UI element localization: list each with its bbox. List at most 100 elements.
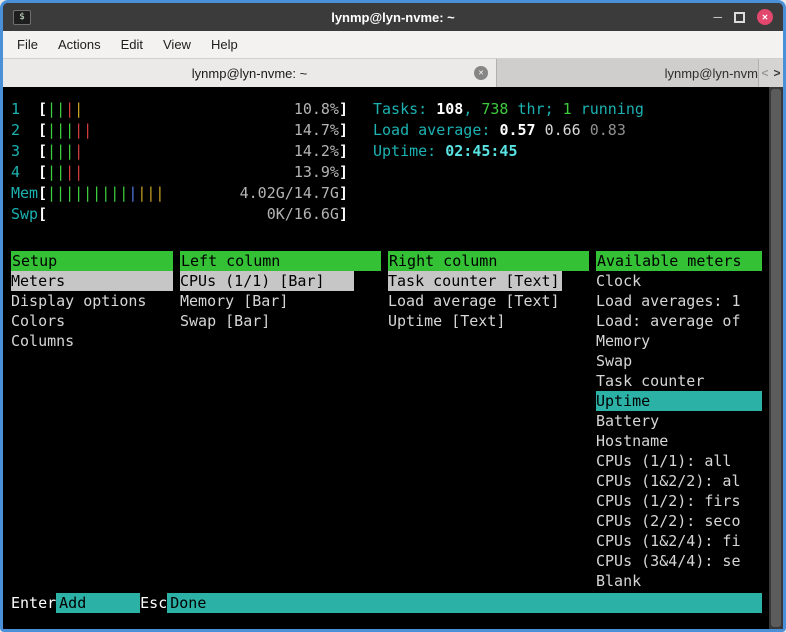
setup-column: Right columnTask counter [Text]Load aver… [388,251,589,591]
window-controls: ─ ✕ [713,3,773,31]
menu-item-help[interactable]: Help [201,31,248,58]
setup-column: Left columnCPUs (1/1) [Bar]Memory [Bar]S… [180,251,381,591]
meter-row: 4[||||13.9%] [11,162,348,183]
scrollbar-thumb[interactable] [771,89,781,627]
meter-bars: |||| [47,141,294,162]
title-bar[interactable]: $ lynmp@lyn-nvme: ~ ─ ✕ [3,3,783,31]
info-segment: 0.57 [499,121,544,139]
setup-columns: SetupMetersDisplay optionsColorsColumnsL… [11,251,783,591]
meter-label: 1 [11,99,38,120]
meter-open-bracket: [ [38,120,47,141]
maximize-button[interactable] [734,12,745,23]
fn-label[interactable]: Add [56,593,140,613]
info-segment: Uptime: [373,142,445,160]
setup-column: Available metersClockLoad averages: 1Loa… [596,251,762,591]
setup-item[interactable]: Colors [11,311,173,331]
setup-item[interactable]: Blank [596,571,762,591]
fn-label[interactable]: Done [167,593,762,613]
tab-scroll-right-icon[interactable]: > [771,59,783,87]
meter-value: 0K/16.6G [267,204,339,225]
meter-row: 3[||||14.2%] [11,141,348,162]
info-line: Uptime: 02:45:45 [373,141,644,162]
meter-open-bracket: [ [38,183,47,204]
setup-item[interactable]: Load averages: 1 [596,291,762,311]
menu-item-view[interactable]: View [153,31,201,58]
meter-bars: ||||||||||||| [47,183,240,204]
tab-active[interactable]: lynmp@lyn-nvme: ~ ✕ [3,59,497,87]
info-line: Tasks: 108, 738 thr; 1 running [373,99,644,120]
meter-bar: | [47,121,56,139]
setup-item[interactable]: Uptime [596,391,762,411]
meter-bar: ||| [137,184,164,202]
info-segment: 02:45:45 [445,142,517,160]
meter-bar: | [65,142,74,160]
meter-open-bracket: [ [38,99,47,120]
tab-inactive-title: lynmp@lyn-nvm [665,66,758,81]
meter-bar: | [56,121,65,139]
setup-item[interactable]: Swap [Bar] [180,311,381,331]
meter-row: Swp[0K/16.6G] [11,204,348,225]
info-segment: thr [508,100,544,118]
tab-scroll-left-icon[interactable]: < [759,59,771,87]
info-line: Load average: 0.57 0.66 0.83 [373,120,644,141]
meter-bar: | [47,163,56,181]
meter-close-bracket: ] [339,162,348,183]
setup-item[interactable]: Uptime [Text] [388,311,589,331]
window-title: lynmp@lyn-nvme: ~ [3,10,783,25]
menu-item-actions[interactable]: Actions [48,31,111,58]
info-segment: Tasks: [373,100,436,118]
function-bar: EnterAddEscDone [11,593,762,613]
meter-bars [47,204,267,225]
meter-close-bracket: ] [339,183,348,204]
setup-item[interactable]: CPUs (1&2/2): al [596,471,762,491]
menu-item-file[interactable]: File [7,31,48,58]
meter-bars: ||||| [47,120,294,141]
terminal-app-icon: $ [13,10,31,25]
setup-item[interactable]: Battery [596,411,762,431]
info-segment: Load average: [373,121,499,139]
setup-item[interactable]: Display options [11,291,173,311]
meter-bar: | [65,100,74,118]
terminal-scrollbar[interactable] [769,87,783,629]
tab-inactive[interactable]: lynmp@lyn-nvm [497,59,759,87]
fn-key[interactable]: Esc [140,593,167,613]
close-button[interactable]: ✕ [757,9,773,25]
setup-item[interactable]: CPUs (2/2): seco [596,511,762,531]
setup-column-header: Left column [180,251,381,271]
setup-item[interactable]: Clock [596,271,762,291]
meter-bar: | [65,163,74,181]
tab-close-icon[interactable]: ✕ [474,66,488,80]
setup-item[interactable]: Memory [596,331,762,351]
setup-item[interactable]: CPUs (1&2/4): fi [596,531,762,551]
meter-label: Swp [11,204,38,225]
terminal-screen[interactable]: 1[||||10.8%]2[|||||14.7%]3[||||14.2%]4[|… [3,87,783,629]
meter-bars: |||| [47,162,294,183]
setup-item[interactable]: Memory [Bar] [180,291,381,311]
minimize-button[interactable]: ─ [713,3,722,31]
meter-bar: ||||||||| [47,184,128,202]
meter-close-bracket: ] [339,120,348,141]
setup-item[interactable]: Load: average of [596,311,762,331]
fn-key[interactable]: Enter [11,593,56,613]
meter-row: 1[||||10.8%] [11,99,348,120]
setup-item[interactable]: Meters [11,271,173,291]
setup-item[interactable]: CPUs (1/1) [Bar] [180,271,354,291]
meter-bar: | [56,163,65,181]
meter-value: 13.9% [294,162,339,183]
setup-item[interactable]: Task counter [596,371,762,391]
setup-item[interactable]: Hostname [596,431,762,451]
tab-bar: lynmp@lyn-nvme: ~ ✕ lynmp@lyn-nvm < > [3,59,783,87]
setup-item[interactable]: CPUs (1/1): all [596,451,762,471]
setup-item[interactable]: Load average [Text] [388,291,589,311]
setup-item[interactable]: Columns [11,331,173,351]
setup-column-header: Available meters [596,251,762,271]
setup-item[interactable]: CPUs (1/2): firs [596,491,762,511]
menu-item-edit[interactable]: Edit [111,31,153,58]
setup-item[interactable]: CPUs (3&4/4): se [596,551,762,571]
meter-bar: | [56,142,65,160]
meter-row: 2[|||||14.7%] [11,120,348,141]
setup-column-header: Right column [388,251,589,271]
meter-label: 4 [11,162,38,183]
setup-item[interactable]: Swap [596,351,762,371]
setup-item[interactable]: Task counter [Text] [388,271,562,291]
